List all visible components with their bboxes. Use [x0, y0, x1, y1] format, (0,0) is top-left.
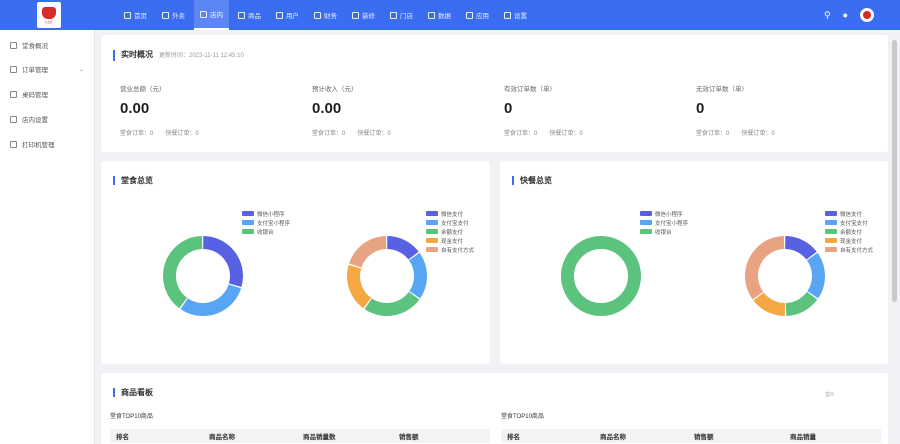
apps-icon — [466, 11, 473, 19]
legend-item[interactable]: 收银台 — [242, 227, 290, 236]
sidebar-item-tablecode[interactable]: 桌码管理 — [10, 89, 90, 99]
fastfood-channel-donut — [561, 236, 641, 316]
logo-text: 小龙虾 — [44, 19, 54, 24]
nav-stores[interactable]: 门店 — [384, 0, 419, 30]
nav-finance[interactable]: 财务 — [308, 0, 343, 30]
overview-icon — [10, 41, 17, 49]
qrcode-icon — [10, 90, 17, 98]
fastfood-card: 快餐总览 微信小程序 支付宝小程序 收银台 微信支付 支付宝支付 余额支付 现金… — [500, 161, 888, 364]
legend-item[interactable]: 微信支付 — [825, 209, 873, 218]
nav-settings[interactable]: 设置 — [498, 0, 533, 30]
dinein-card: 堂食总览 微信小程序 支付宝小程序 收银台 微信支付 支付宝支付 余额支付 现金… — [101, 161, 490, 364]
nav-products[interactable]: 商品 — [232, 0, 267, 30]
data-icon — [428, 11, 435, 19]
dinein-legend-payment: 微信支付 支付宝支付 余额支付 现金支付 自有支付方式 — [426, 209, 474, 254]
nav-home[interactable]: 首页 — [118, 0, 153, 30]
stat-value: 0 — [504, 100, 513, 117]
search-icon[interactable]: ⚲ — [824, 10, 831, 20]
nav-apps[interactable]: 应用 — [460, 0, 495, 30]
legend-item[interactable]: 支付宝小程序 — [242, 218, 290, 227]
fastfood-title: 快餐总览 — [512, 176, 552, 185]
update-time: 更新时间：2023-11-11 12:45:10 — [159, 53, 244, 59]
legend-item[interactable]: 支付宝支付 — [825, 218, 873, 227]
dinein-legend-channel: 微信小程序 支付宝小程序 收银台 — [242, 209, 290, 236]
legend-item[interactable]: 支付宝小程序 — [640, 218, 688, 227]
realtime-title: 实时概况 更新时间：2023-11-11 12:45:10 — [113, 50, 244, 61]
dinein-payment-donut — [347, 236, 427, 316]
legend-item[interactable]: 自有支付方式 — [426, 245, 474, 254]
brand-logo[interactable]: 小龙虾 — [37, 2, 61, 28]
right-table-header: 排名 商品名称 销售额 商品销量 — [501, 429, 881, 443]
legend-item[interactable]: 微信小程序 — [640, 209, 688, 218]
legend-item[interactable]: 现金支付 — [426, 236, 474, 245]
printer-icon — [10, 140, 17, 148]
chevron-down-icon: ⌄ — [78, 66, 84, 73]
fastfood-payment-donut — [745, 236, 825, 316]
main-nav: 首页 外卖 店内 商品 用户 财务 装修 门店 数据 应用 设置 — [118, 0, 536, 30]
home-icon — [124, 11, 131, 19]
sidebar-item-orders[interactable]: 订单管理 ⌄ — [10, 64, 90, 74]
takeout-icon — [162, 11, 169, 19]
orders-icon — [10, 65, 17, 73]
realtime-card: 实时概况 更新时间：2023-11-11 12:45:10 营业总额（元） 0.0… — [101, 35, 888, 152]
sidebar-item-overview[interactable]: 堂食概况 — [10, 40, 90, 50]
decor-icon — [352, 11, 359, 19]
dinein-channel-donut — [163, 236, 243, 316]
nav-decor[interactable]: 装修 — [346, 0, 381, 30]
sidebar-item-label: 堂食概况 — [22, 43, 48, 50]
legend-item[interactable]: 余额支付 — [825, 227, 873, 236]
products-title: 商品看板 — [113, 388, 153, 397]
sidebar-item-label: 店内设置 — [22, 117, 48, 124]
fastfood-legend-payment: 微信支付 支付宝支付 余额支付 现金支付 自有支付方式 — [825, 209, 873, 254]
stat-invalid-orders: 无效订单数（单） 0 堂食订单：0 快餐订单：0 — [696, 83, 876, 137]
sidebar-item-printer[interactable]: 打印机管理 — [10, 139, 90, 149]
fastfood-legend-channel: 微信小程序 支付宝小程序 收银台 — [640, 209, 688, 236]
goods-icon — [238, 11, 245, 19]
legend-item[interactable]: 余额支付 — [426, 227, 474, 236]
stat-value: 0.00 — [312, 100, 342, 117]
nav-data[interactable]: 数据 — [422, 0, 457, 30]
legend-item[interactable]: 微信支付 — [426, 209, 474, 218]
legend-item[interactable]: 支付宝支付 — [426, 218, 474, 227]
logo-mark — [42, 6, 56, 19]
sidebar-item-label: 订单管理 — [22, 67, 48, 74]
store-icon — [200, 10, 207, 18]
page-scrollbar[interactable] — [892, 40, 897, 302]
left-table-header: 排名 商品名称 商品销量数 销售额 — [110, 429, 490, 443]
stat-valid-orders: 有效订单数（单） 0 堂食订单：0 快餐订单：0 — [504, 83, 684, 137]
stat-expected-income: 预计收入（元） 0.00 堂食订单：0 快餐订单：0 — [312, 83, 492, 137]
top-navbar: 小龙虾 首页 外卖 店内 商品 用户 财务 装修 门店 数据 应用 设置 ⚲ ● — [0, 0, 900, 30]
legend-item[interactable]: 现金支付 — [825, 236, 873, 245]
products-card: 商品看板 堂食TOP10商品 堂食TOP10商品 堂IF 排名 商品名称 商品销… — [101, 373, 888, 444]
partial-label: 堂IF — [825, 392, 835, 398]
left-subtitle: 堂食TOP10商品 — [110, 414, 153, 420]
sidebar: 堂食概况 订单管理 ⌄ 桌码管理 店内设置 打印机管理 — [0, 30, 95, 444]
avatar[interactable] — [860, 8, 874, 22]
user-icon — [276, 11, 283, 19]
sidebar-item-label: 打印机管理 — [22, 142, 55, 149]
nav-takeout[interactable]: 外卖 — [156, 0, 191, 30]
legend-item[interactable]: 收银台 — [640, 227, 688, 236]
stat-revenue: 营业总额（元） 0.00 堂食订单：0 快餐订单：0 — [120, 83, 300, 137]
legend-item[interactable]: 微信小程序 — [242, 209, 290, 218]
dinein-title: 堂食总览 — [113, 176, 153, 185]
stat-value: 0 — [696, 100, 705, 117]
right-subtitle: 堂食TOP10商品 — [501, 414, 544, 420]
gear-icon — [504, 11, 511, 19]
donut-slice-收银台[interactable] — [561, 236, 641, 316]
bell-icon[interactable]: ● — [843, 10, 848, 20]
settings-icon — [10, 115, 17, 123]
stat-value: 0.00 — [120, 100, 150, 117]
topbar-actions: ⚲ ● — [824, 0, 874, 30]
sidebar-item-label: 桌码管理 — [22, 92, 48, 99]
nav-users[interactable]: 用户 — [270, 0, 305, 30]
finance-icon — [314, 11, 321, 19]
shop-icon — [390, 11, 397, 19]
avatar-icon — [863, 11, 871, 19]
legend-item[interactable]: 自有支付方式 — [825, 245, 873, 254]
sidebar-item-instore-settings[interactable]: 店内设置 — [10, 114, 90, 124]
nav-instore[interactable]: 店内 — [194, 0, 229, 30]
